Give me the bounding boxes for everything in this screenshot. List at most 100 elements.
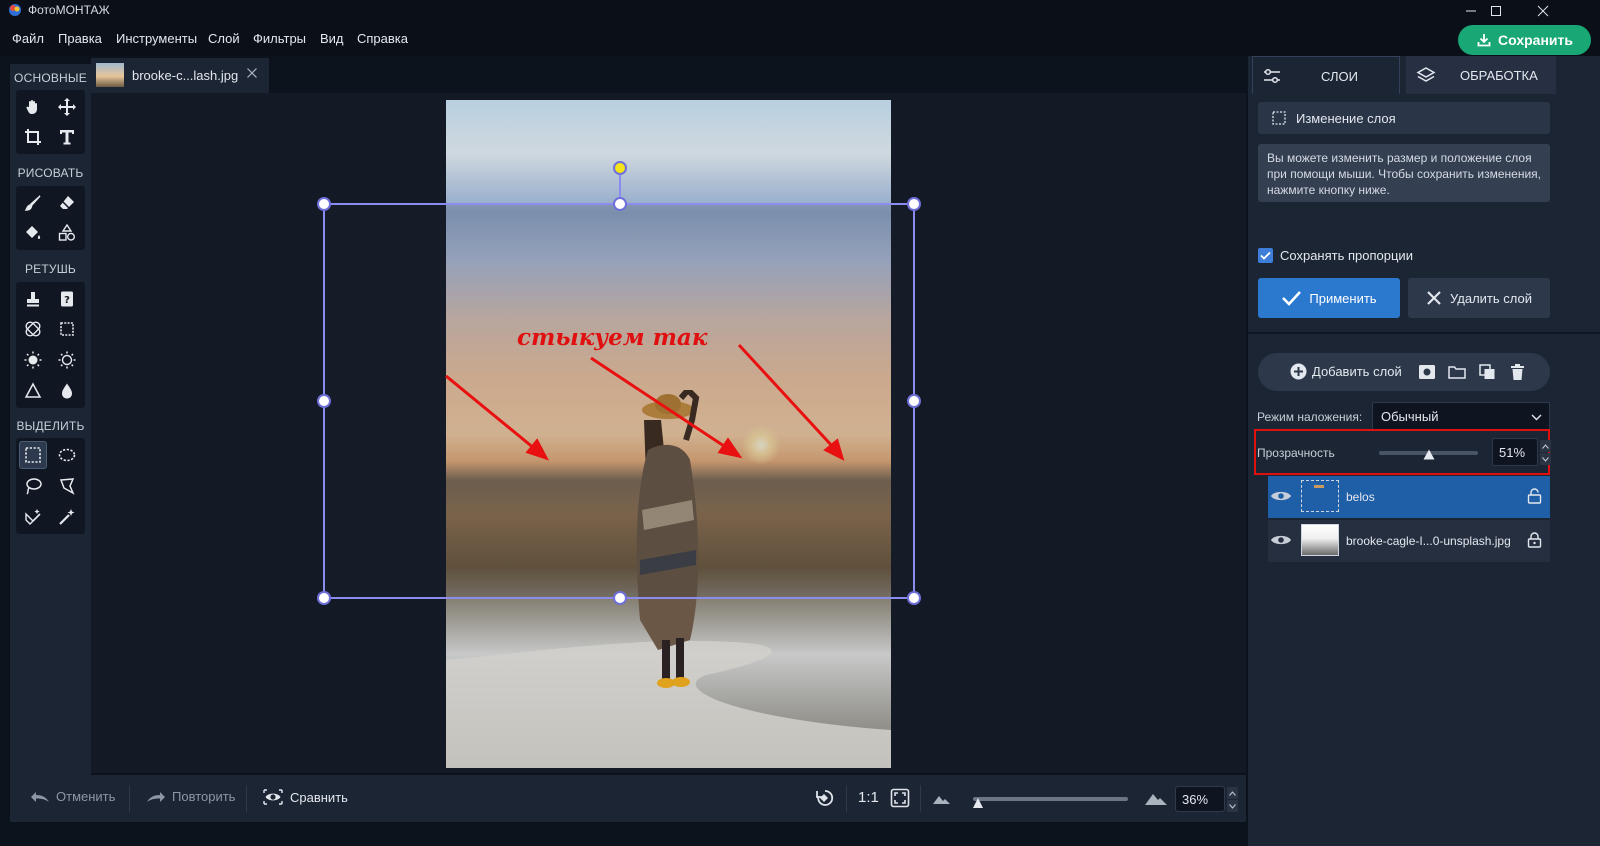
separator: [846, 785, 847, 812]
crop-tool[interactable]: [19, 123, 47, 151]
layer-thumbnail: [1301, 524, 1339, 556]
check-icon: [1260, 251, 1271, 260]
eraser-tool[interactable]: [53, 189, 81, 217]
opacity-down-button[interactable]: [1540, 453, 1551, 465]
layer-item-belos[interactable]: belos: [1268, 476, 1550, 518]
hand-tool[interactable]: [19, 93, 47, 121]
brush-tool[interactable]: [19, 189, 47, 217]
save-button[interactable]: Сохранить: [1458, 25, 1591, 55]
rect-select-icon: [25, 447, 41, 463]
blur-tool[interactable]: [53, 377, 81, 405]
blend-mode-select[interactable]: Обычный: [1372, 402, 1550, 430]
undo-button[interactable]: Отменить: [30, 789, 115, 804]
duplicate-icon[interactable]: [1479, 364, 1496, 380]
mask-icon[interactable]: [1418, 364, 1436, 380]
stamp-tool[interactable]: [19, 285, 47, 313]
apply-label: Применить: [1309, 290, 1377, 306]
magic-wand-tool[interactable]: [53, 503, 81, 531]
zoom-value: 36%: [1182, 791, 1209, 807]
delete-label: Удалить слой: [1450, 290, 1532, 306]
opacity-up-button[interactable]: [1540, 440, 1551, 452]
chevron-down-icon: [1542, 456, 1549, 462]
trash-icon[interactable]: [1510, 364, 1525, 381]
tab-layers[interactable]: СЛОИ: [1252, 56, 1400, 94]
shapes-icon: [58, 224, 75, 241]
blur-icon: [62, 383, 72, 399]
title-bar: ФотоМОНТАЖ: [0, 0, 1600, 22]
rotate-icon[interactable]: [815, 788, 835, 808]
blend-mode-value: Обычный: [1381, 408, 1439, 424]
ellipse-select-tool[interactable]: [53, 441, 81, 469]
actual-size-button[interactable]: 1:1: [858, 789, 879, 806]
zoom-out-icon[interactable]: [932, 792, 952, 806]
patch-tool[interactable]: [19, 315, 47, 343]
checkbox-checked[interactable]: [1258, 248, 1273, 263]
menu-filters[interactable]: Фильтры: [253, 31, 306, 46]
delete-layer-button[interactable]: Удалить слой: [1408, 278, 1550, 318]
menu-layer[interactable]: Слой: [208, 31, 240, 46]
close-window-button[interactable]: [1520, 0, 1566, 22]
redo-button[interactable]: Повторить: [146, 789, 235, 804]
undo-label: Отменить: [56, 789, 116, 804]
close-tab-icon[interactable]: [246, 67, 258, 79]
document-tab[interactable]: brooke-c...lash.jpg: [91, 58, 269, 93]
chevron-up-icon: [1542, 443, 1549, 449]
menu-view[interactable]: Вид: [320, 31, 344, 46]
keep-proportions-checkbox[interactable]: Сохранять пропорции: [1258, 248, 1413, 263]
svg-text:?: ?: [64, 295, 70, 306]
zoom-slider-thumb[interactable]: [972, 797, 984, 809]
frame-tool[interactable]: [53, 315, 81, 343]
document-tab-name: brooke-c...lash.jpg: [132, 68, 239, 83]
tool-group-draw: [16, 186, 85, 250]
belos-layer-overlay[interactable]: [324, 204, 914, 598]
menu-tools[interactable]: Инструменты: [116, 31, 197, 46]
apply-button[interactable]: Применить: [1258, 278, 1400, 318]
brightness-tool[interactable]: [19, 346, 47, 374]
tab-processing[interactable]: ОБРАБОТКА: [1406, 56, 1556, 94]
add-layer-label: Добавить слой: [1312, 364, 1402, 379]
menu-file[interactable]: Файл: [12, 31, 44, 46]
folder-icon[interactable]: [1448, 364, 1466, 380]
poly-lasso-tool[interactable]: [53, 472, 81, 500]
rect-select-icon: [1272, 111, 1286, 125]
compare-label: Сравнить: [290, 789, 348, 805]
layer-thumbnail: [1301, 480, 1339, 512]
opacity-input[interactable]: 51%: [1492, 438, 1538, 466]
zoom-down-button[interactable]: [1227, 800, 1238, 812]
move-tool[interactable]: [53, 93, 81, 121]
sharpen-tool[interactable]: [19, 377, 47, 405]
opacity-label: Прозрачность: [1257, 446, 1335, 460]
zoom-in-icon[interactable]: [1144, 789, 1168, 807]
hand-icon: [26, 100, 37, 114]
heal-tool[interactable]: ?: [53, 285, 81, 313]
separator: [920, 785, 921, 812]
separator: [246, 785, 247, 812]
menu-help[interactable]: Справка: [357, 31, 408, 46]
zoom-up-button[interactable]: [1227, 787, 1238, 799]
fit-screen-icon[interactable]: [890, 788, 910, 808]
add-layer-button[interactable]: Добавить слой: [1290, 363, 1402, 380]
maximize-button[interactable]: [1473, 0, 1519, 22]
tool-group-basic: [16, 90, 85, 154]
redo-icon: [147, 791, 165, 802]
lock-icon[interactable]: [1527, 532, 1542, 548]
layer-edit-button[interactable]: Изменение слоя: [1258, 102, 1550, 134]
opacity-slider-thumb[interactable]: [1423, 449, 1435, 460]
menu-edit[interactable]: Правка: [58, 31, 102, 46]
magic-eraser-tool[interactable]: [19, 503, 47, 531]
lasso-tool[interactable]: [19, 472, 47, 500]
plus-circle-icon: [1290, 363, 1307, 380]
text-tool[interactable]: [53, 123, 81, 151]
layer-item-photo[interactable]: brooke-cagle-I...0-unsplash.jpg: [1268, 520, 1550, 562]
eye-icon[interactable]: [1270, 533, 1292, 547]
shapes-tool[interactable]: [53, 219, 81, 247]
unlock-icon[interactable]: [1527, 488, 1542, 504]
zoom-input[interactable]: 36%: [1175, 786, 1225, 812]
rect-select-tool[interactable]: [19, 441, 47, 469]
zoom-slider-track[interactable]: [973, 797, 1128, 801]
light-tool[interactable]: [53, 346, 81, 374]
eye-compare-icon: [263, 789, 283, 805]
compare-button[interactable]: Сравнить: [262, 788, 348, 806]
eye-icon[interactable]: [1270, 489, 1292, 503]
fill-tool[interactable]: [19, 219, 47, 247]
